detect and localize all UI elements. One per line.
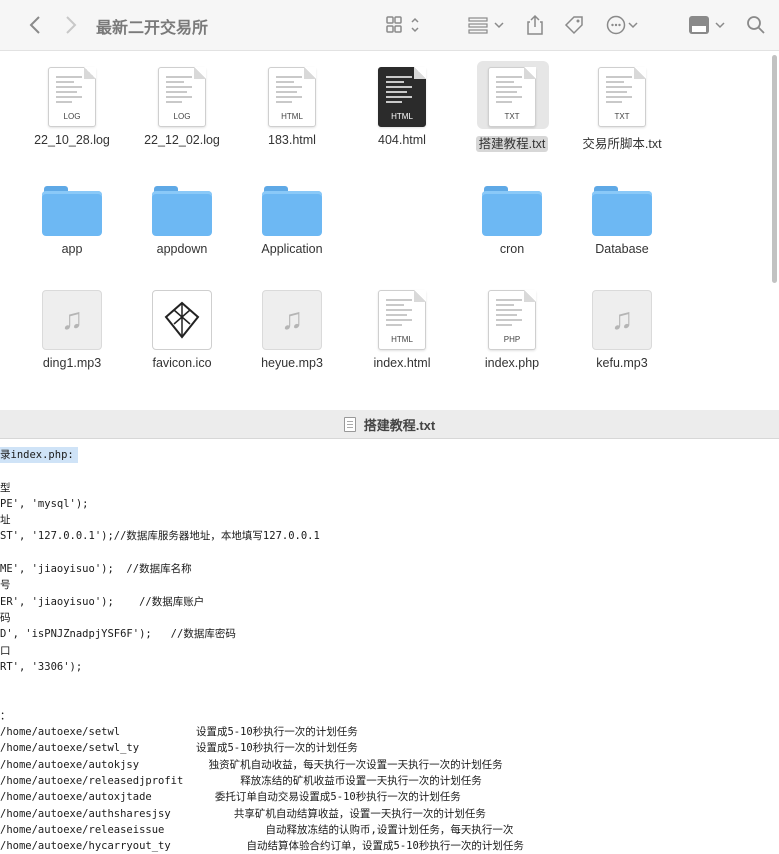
search-icon[interactable] — [746, 14, 766, 36]
text-line: 号 — [0, 579, 11, 592]
file-item[interactable]: ♫ ding1.mp3 — [17, 290, 127, 370]
text-line — [0, 463, 779, 479]
document-icon: HTML — [378, 67, 426, 127]
forward-icon[interactable] — [64, 14, 78, 36]
text-line: /home/autoexe/releasedjprofit 释放冻结的矿机收益币… — [0, 774, 482, 787]
file-item[interactable]: LOG 22_12_02.log — [127, 67, 237, 147]
document-icon: TXT — [488, 67, 536, 127]
file-item[interactable]: appdown — [127, 180, 237, 256]
file-name: favicon.ico — [152, 356, 212, 370]
file-name: appdown — [156, 242, 208, 256]
document-icon: HTML — [268, 67, 316, 127]
file-name: 交易所脚本.txt — [582, 137, 662, 151]
music-note-icon: ♫ — [592, 290, 652, 350]
text-line: /home/autoexe/autokjsy 独资矿机自动收益，每天执行一次设置… — [0, 758, 503, 771]
document-icon: PHP — [488, 290, 536, 350]
folder-icon — [482, 186, 542, 236]
text-line: 型 — [0, 481, 11, 494]
text-line: /home/autoexe/setwl 设置成5-10秒执行一次的计划任务 — [0, 726, 358, 739]
file-name: ding1.mp3 — [42, 356, 102, 370]
file-name: index.html — [373, 356, 431, 370]
finder-window: 最新二开交易所 LOG 22_10_28.log LOG 22_12_02.lo… — [0, 0, 779, 410]
file-item[interactable]: app — [17, 180, 127, 256]
text-line: /home/autoexe/setwl_ty 设置成5-10秒执行一次的计划任务 — [0, 742, 358, 755]
text-line: /home/autoexe/autoxjtade 委托订单自动交易设置成5-10… — [0, 791, 461, 804]
back-icon[interactable] — [28, 14, 42, 36]
text-line: D', 'isPNJZnadpjYSF6F'); //数据库密码 — [0, 628, 236, 641]
finder-scrollbar[interactable] — [772, 55, 777, 283]
music-note-icon: ♫ — [42, 290, 102, 350]
file-name: Application — [261, 242, 323, 256]
text-line: ME', 'jiaoyisuo'); //数据库名称 — [0, 563, 192, 576]
file-item[interactable]: Application — [237, 180, 347, 256]
document-icon: HTML — [378, 290, 426, 350]
text-line: ： — [0, 709, 11, 722]
file-name: kefu.mp3 — [596, 356, 648, 370]
file-name: 404.html — [378, 133, 426, 147]
editor-title: 搭建教程.txt — [363, 417, 436, 433]
file-item[interactable]: Database — [567, 180, 677, 256]
text-line: ST', '127.0.0.1');//数据库服务器地址，本地填写127.0.0… — [0, 530, 320, 543]
file-grid: LOG 22_10_28.log LOG 22_12_02.log HTML 183.… — [0, 50, 779, 410]
window-title: 最新二开交易所 — [96, 20, 209, 37]
more-icon[interactable] — [606, 14, 640, 36]
text-line: 口 — [0, 644, 11, 657]
finder-toolbar: 最新二开交易所 — [0, 0, 779, 51]
folder-icon — [262, 186, 322, 236]
text-line: /home/autoexe/releaseissue 自动释放冻结的认购币,设置… — [0, 823, 514, 836]
folder-icon — [592, 186, 652, 236]
group-icon[interactable] — [468, 14, 506, 36]
file-item[interactable]: ♫ heyue.mp3 — [237, 290, 347, 370]
document-icon: TXT — [598, 67, 646, 127]
folder-icon — [152, 186, 212, 236]
file-name: 搭建教程.txt — [475, 136, 549, 152]
file-item[interactable]: HTML 404.html — [347, 67, 457, 147]
file-name: index.php — [484, 356, 540, 370]
file-item[interactable]: PHP index.php — [457, 290, 567, 370]
tag-icon[interactable] — [563, 14, 585, 36]
text-editor-window: 搭建教程.txt 录index.php: 型 PE', 'mysql'); 址 ST',… — [0, 410, 779, 852]
view-grid-icon[interactable] — [386, 14, 422, 36]
file-item[interactable]: HTML 183.html — [237, 67, 347, 147]
file-name: heyue.mp3 — [261, 356, 323, 370]
text-line: /home/autoexe/hycarryout_ty 自动结算体验合约订单，设… — [0, 840, 524, 853]
file-name: app — [61, 242, 83, 256]
text-line — [0, 675, 779, 691]
editor-titlebar: 搭建教程.txt — [0, 410, 779, 439]
file-name: 183.html — [268, 133, 316, 147]
app-icon[interactable] — [688, 14, 728, 36]
file-item[interactable]: TXT 搭建教程.txt — [457, 67, 567, 152]
folder-icon — [42, 186, 102, 236]
file-item[interactable]: cron — [457, 180, 567, 256]
text-line: PE', 'mysql'); — [0, 497, 89, 510]
file-item[interactable]: TXT 交易所脚本.txt — [567, 67, 677, 152]
text-line — [0, 691, 779, 707]
text-line: RT', '3306'); — [0, 660, 83, 673]
text-line — [0, 545, 779, 561]
file-name: cron — [499, 242, 525, 256]
text-line: 址 — [0, 514, 11, 527]
file-name: 22_10_28.log — [34, 133, 110, 147]
file-item[interactable]: HTML index.html — [347, 290, 457, 370]
file-item[interactable]: LOG 22_10_28.log — [17, 67, 127, 147]
text-line: 码 — [0, 611, 11, 624]
file-item[interactable]: ♫ kefu.mp3 — [567, 290, 677, 370]
music-note-icon: ♫ — [262, 290, 322, 350]
file-name: Database — [595, 242, 649, 256]
file-name: 22_12_02.log — [144, 133, 220, 147]
document-icon — [343, 416, 356, 432]
text-line: /home/autoexe/authsharesjsy 共享矿机自动结算收益，设… — [0, 807, 486, 820]
document-icon: LOG — [48, 67, 96, 127]
favicon-logo-icon — [152, 290, 212, 350]
editor-content[interactable]: 录index.php: 型 PE', 'mysql'); 址 ST', '127.0.0… — [0, 447, 779, 854]
text-line: 录index.php: — [0, 447, 78, 464]
share-icon[interactable] — [525, 14, 545, 36]
text-line: ER', 'jiaoyisuo'); //数据库账户 — [0, 595, 205, 608]
file-item[interactable]: favicon.ico — [127, 290, 237, 370]
document-icon: LOG — [158, 67, 206, 127]
